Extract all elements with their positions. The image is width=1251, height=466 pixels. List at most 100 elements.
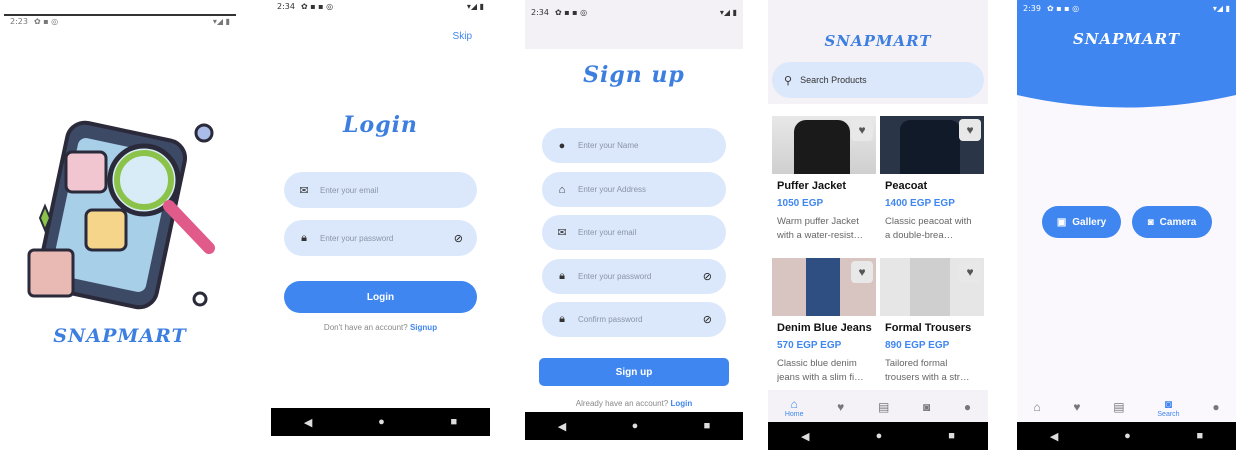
tab-messages[interactable]: ▤ bbox=[1113, 400, 1124, 414]
signup-prompt: Don't have an account? Signup bbox=[271, 323, 490, 332]
camera-icon: ◙ bbox=[1147, 216, 1154, 228]
heart-icon: ♥ bbox=[837, 400, 845, 414]
product-description: Classic peacoat with a double-brea… bbox=[885, 216, 972, 241]
password-placeholder: Enter your password bbox=[320, 233, 394, 243]
eye-off-icon[interactable]: ⊘ bbox=[703, 313, 712, 326]
lock-icon: 🔒︎ bbox=[559, 270, 565, 282]
home-icon: ⌂ bbox=[1033, 400, 1041, 414]
have-account-text: Already have an account? bbox=[575, 399, 669, 408]
signup-button[interactable]: Sign up bbox=[539, 358, 729, 386]
heart-icon[interactable]: ♥ bbox=[851, 261, 873, 283]
status-bar: 2:34 ✿ ▪ ▪ ◎ ▾◢ ▮ bbox=[271, 0, 490, 12]
lock-icon: 🔒︎ bbox=[301, 231, 307, 244]
android-nav-bar: ◀ ● ■ bbox=[1017, 422, 1236, 450]
settings-status-icon: ✿ ▪ ▪ ◎ bbox=[1046, 3, 1080, 13]
android-nav-bar: ◀ ● ■ bbox=[525, 412, 743, 440]
search-bar[interactable]: ⚲ Search Products bbox=[772, 62, 984, 98]
camera-button[interactable]: ◙ Camera bbox=[1132, 206, 1212, 238]
back-icon[interactable]: ◀ bbox=[558, 420, 566, 433]
signup-link[interactable]: Signup bbox=[410, 323, 437, 332]
login-screen: 2:34 ✿ ▪ ▪ ◎ ▾◢ ▮ Skip Login ✉ Enter you… bbox=[271, 0, 490, 436]
gallery-icon: ▣ bbox=[1056, 216, 1067, 228]
product-price: 570 EGP EGP bbox=[777, 340, 842, 351]
login-button[interactable]: Login bbox=[284, 281, 477, 313]
header-wave bbox=[1017, 0, 1236, 108]
confirm-password-field[interactable]: 🔒︎ Confirm password ⊘ bbox=[542, 302, 726, 337]
tab-home[interactable]: ⌂ Home bbox=[785, 397, 804, 418]
product-card[interactable]: ♥ Puffer Jacket 1050 EGP Warm puffer Jac… bbox=[772, 116, 876, 243]
email-placeholder: Enter your email bbox=[578, 228, 637, 237]
chat-icon: ▤ bbox=[877, 400, 890, 414]
back-icon[interactable]: ◀ bbox=[1050, 430, 1058, 443]
gallery-button[interactable]: ▣ Gallery bbox=[1042, 206, 1121, 238]
login-link[interactable]: Login bbox=[670, 399, 692, 408]
product-description: Classic blue denim jeans with a slim fi… bbox=[777, 358, 864, 383]
eye-off-icon[interactable]: ⊘ bbox=[454, 232, 463, 245]
brand-header: SNAPMART bbox=[824, 32, 932, 50]
tab-favorites[interactable]: ♥ bbox=[1073, 400, 1080, 414]
name-field[interactable]: ● Enter your Name bbox=[542, 128, 726, 163]
password-field[interactable]: 🔒︎ Enter your password ⊘ bbox=[542, 259, 726, 294]
email-placeholder: Enter your email bbox=[320, 185, 379, 195]
home-circle-icon[interactable]: ● bbox=[378, 416, 385, 428]
app-logo-illustration bbox=[27, 120, 215, 310]
android-nav-bar: ◀ ● ■ bbox=[768, 422, 988, 450]
heart-icon[interactable]: ♥ bbox=[959, 119, 981, 141]
home-circle-icon[interactable]: ● bbox=[632, 420, 639, 432]
signal-icon: ▾◢ ▮ bbox=[719, 7, 737, 17]
confirm-placeholder: Confirm password bbox=[578, 315, 643, 324]
tab-search[interactable]: ◙ Search bbox=[1157, 397, 1179, 418]
product-image: ♥ bbox=[880, 258, 984, 316]
status-bar: 2:23 ✿ ▪ ◎ ▾◢ ▮ bbox=[4, 14, 236, 26]
heart-icon[interactable]: ♥ bbox=[959, 261, 981, 283]
mail-icon: ✉ bbox=[299, 184, 309, 197]
status-time: 2:23 bbox=[10, 16, 28, 26]
password-placeholder: Enter your password bbox=[578, 272, 652, 281]
recents-icon[interactable]: ■ bbox=[450, 416, 457, 428]
tab-messages[interactable]: ▤ bbox=[878, 400, 889, 414]
address-field[interactable]: ⌂ Enter your Address bbox=[542, 172, 726, 207]
bottom-tab-bar: ⌂ ♥ ▤ ◙ Search ● bbox=[1017, 392, 1236, 422]
no-account-text: Don't have an account? bbox=[323, 323, 408, 332]
lock-icon: 🔒︎ bbox=[559, 313, 565, 325]
recents-icon[interactable]: ■ bbox=[1196, 430, 1203, 442]
recents-icon[interactable]: ■ bbox=[704, 420, 711, 432]
tab-camera[interactable]: ◙ bbox=[923, 400, 930, 414]
chat-icon: ▤ bbox=[1113, 400, 1125, 414]
product-image: ♥ bbox=[772, 258, 876, 316]
tab-profile[interactable]: ● bbox=[964, 400, 971, 414]
recents-icon[interactable]: ■ bbox=[948, 430, 955, 442]
back-icon[interactable]: ◀ bbox=[304, 416, 312, 429]
search-icon: ⚲ bbox=[784, 74, 793, 87]
home-screen: SNAPMART ⚲ Search Products ♥ Puffer Jack… bbox=[768, 0, 988, 450]
status-bar: 2:39 ✿ ▪ ▪ ◎ ▾◢ ▮ bbox=[1017, 0, 1236, 16]
name-placeholder: Enter your Name bbox=[578, 141, 639, 150]
email-field[interactable]: ✉ Enter your email bbox=[542, 215, 726, 250]
login-prompt: Already have an account? Login bbox=[525, 399, 743, 408]
back-icon[interactable]: ◀ bbox=[801, 430, 809, 443]
heart-icon[interactable]: ♥ bbox=[851, 119, 873, 141]
brand-logo-text: SNAPMART bbox=[53, 325, 187, 347]
skip-link[interactable]: Skip bbox=[453, 31, 472, 42]
password-field[interactable]: 🔒︎ Enter your password ⊘ bbox=[284, 220, 477, 256]
mail-icon: ✉ bbox=[557, 227, 567, 239]
status-time: 2:39 bbox=[1023, 3, 1041, 13]
eye-off-icon[interactable]: ⊘ bbox=[703, 270, 712, 283]
home-icon: ⌂ bbox=[790, 396, 798, 411]
product-price: 1400 EGP EGP bbox=[885, 198, 955, 209]
tab-favorites[interactable]: ♥ bbox=[837, 400, 844, 414]
tab-profile[interactable]: ● bbox=[1212, 400, 1219, 414]
settings-status-icon: ✿ ▪ ◎ bbox=[33, 16, 59, 26]
android-nav-bar: ◀ ● ■ bbox=[271, 408, 490, 436]
product-card[interactable]: ♥ Formal Trousers 890 EGP EGP Tailored f… bbox=[880, 258, 984, 385]
email-field[interactable]: ✉ Enter your email bbox=[284, 172, 477, 208]
search-placeholder: Search Products bbox=[800, 75, 867, 85]
tab-home[interactable]: ⌂ bbox=[1033, 400, 1040, 414]
signal-icon: ▾◢ ▮ bbox=[466, 1, 484, 11]
person-icon: ● bbox=[963, 400, 972, 414]
home-circle-icon[interactable]: ● bbox=[876, 430, 883, 442]
product-card[interactable]: ♥ Peacoat 1400 EGP EGP Classic peacoat w… bbox=[880, 116, 984, 243]
person-icon: ● bbox=[558, 139, 566, 152]
home-circle-icon[interactable]: ● bbox=[1124, 430, 1131, 442]
product-card[interactable]: ♥ Denim Blue Jeans 570 EGP EGP Classic b… bbox=[772, 258, 876, 385]
